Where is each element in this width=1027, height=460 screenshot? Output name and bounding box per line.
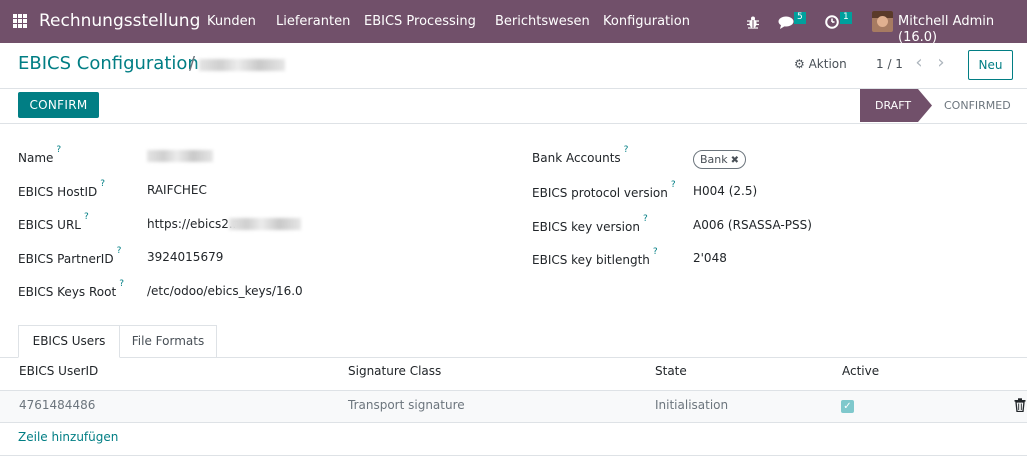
row-signature-class[interactable]: Transport signature [348,398,465,413]
help-icon[interactable]: ? [653,247,658,257]
help-icon[interactable]: ? [84,212,89,222]
pager-next-icon[interactable]: › [934,53,948,73]
ebics-key-bitlength-label: EBICS key bitlength? [532,247,658,267]
breadcrumb-separator: / [189,53,196,74]
name-label: Name? [18,145,62,165]
ebics-partnerid-label: EBICS PartnerID? [18,246,122,266]
action-menu-label: Aktion [808,57,847,71]
apps-menu-icon[interactable] [13,14,28,29]
column-header-active[interactable]: Active [842,364,879,379]
column-header-state[interactable]: State [655,364,687,379]
pager-previous-icon[interactable]: ‹ [912,53,926,73]
gear-icon: ⚙ [794,57,805,71]
breadcrumb-parent[interactable]: EBICS Configuration [18,53,199,75]
ebics-url-redacted [229,218,301,230]
help-icon[interactable]: ? [643,214,648,224]
control-panel: EBICS Configuration / ⚙ Aktion 1 / 1 ‹ ›… [0,43,1027,89]
help-icon[interactable]: ? [100,179,105,189]
trash-icon[interactable] [1014,398,1026,412]
tab-ebics-users[interactable]: EBICS Users [18,325,120,358]
ebics-key-version-value: A006 (RSASSA-PSS) [693,218,812,232]
ebics-key-bitlength-value: 2'048 [693,251,727,265]
remove-tag-icon[interactable]: ✖ [731,155,739,166]
bug-icon[interactable] [746,15,760,29]
add-line-link[interactable]: Zeile hinzufügen [18,430,118,445]
ebics-keys-root-value: /etc/odoo/ebics_keys/16.0 [147,284,303,298]
row-active-checkbox[interactable]: ✓ [841,400,854,413]
ebics-url-label: EBICS URL? [18,212,89,232]
user-menu-name[interactable]: Mitchell Admin (16.0) [898,14,1027,46]
bank-account-tag-label: Bank [700,153,728,166]
new-record-button[interactable]: Neu [968,50,1013,80]
bank-accounts-label: Bank Accounts? [532,145,629,165]
row-ebics-userid[interactable]: 4761484486 [19,398,95,413]
chat-icon[interactable] [778,16,794,29]
tab-file-formats[interactable]: File Formats [120,325,217,358]
top-navbar: Rechnungsstellung Kunden Lieferanten EBI… [0,0,1027,46]
column-header-ebics-userid[interactable]: EBICS UserID [19,364,98,379]
ebics-protocol-version-value: H004 (2.5) [693,184,758,198]
stage-draft[interactable]: DRAFT [860,89,932,122]
table-bottom-divider [0,455,1027,456]
messages-count-badge: 5 [794,12,806,24]
menu-item-ebics-processing[interactable]: EBICS Processing [364,14,476,30]
confirm-button[interactable]: CONFIRM [18,92,99,118]
row-state[interactable]: Initialisation [655,398,728,413]
column-header-signature-class[interactable]: Signature Class [348,364,441,379]
table-row[interactable] [0,391,1027,423]
ebics-hostid-label: EBICS HostID? [18,179,106,199]
breadcrumb-current-record-redacted [199,59,285,71]
ebics-protocol-version-label: EBICS protocol version? [532,180,676,200]
form-statusbar: CONFIRM DRAFT CONFIRMED [0,89,1027,124]
ebics-hostid-value: RAIFCHEC [147,183,207,197]
menu-item-lieferanten[interactable]: Lieferanten [276,14,350,30]
clock-icon[interactable] [825,15,839,29]
help-icon[interactable]: ? [56,145,61,155]
activities-count-badge: 1 [840,12,852,24]
pager-value[interactable]: 1 / 1 [876,57,903,72]
ebics-url-value: https://ebics2.r [147,217,238,231]
help-icon[interactable]: ? [117,246,122,256]
ebics-keys-root-label: EBICS Keys Root? [18,279,124,299]
help-icon[interactable]: ? [119,279,124,289]
bank-account-tag[interactable]: Bank ✖ [693,150,747,169]
action-menu-button[interactable]: ⚙ Aktion [794,57,847,72]
ebics-partnerid-value: 3924015679 [147,250,224,264]
ebics-key-version-label: EBICS key version? [532,214,648,234]
help-icon[interactable]: ? [671,180,676,190]
menu-item-berichtswesen[interactable]: Berichtswesen [495,14,590,30]
menu-item-kunden[interactable]: Kunden [207,14,256,30]
name-value-redacted [147,150,213,162]
menu-item-konfiguration[interactable]: Konfiguration [603,14,690,30]
help-icon[interactable]: ? [624,145,629,155]
user-avatar[interactable] [872,11,893,32]
app-name[interactable]: Rechnungsstellung [39,11,200,31]
stage-confirmed[interactable]: CONFIRMED [944,89,1011,122]
